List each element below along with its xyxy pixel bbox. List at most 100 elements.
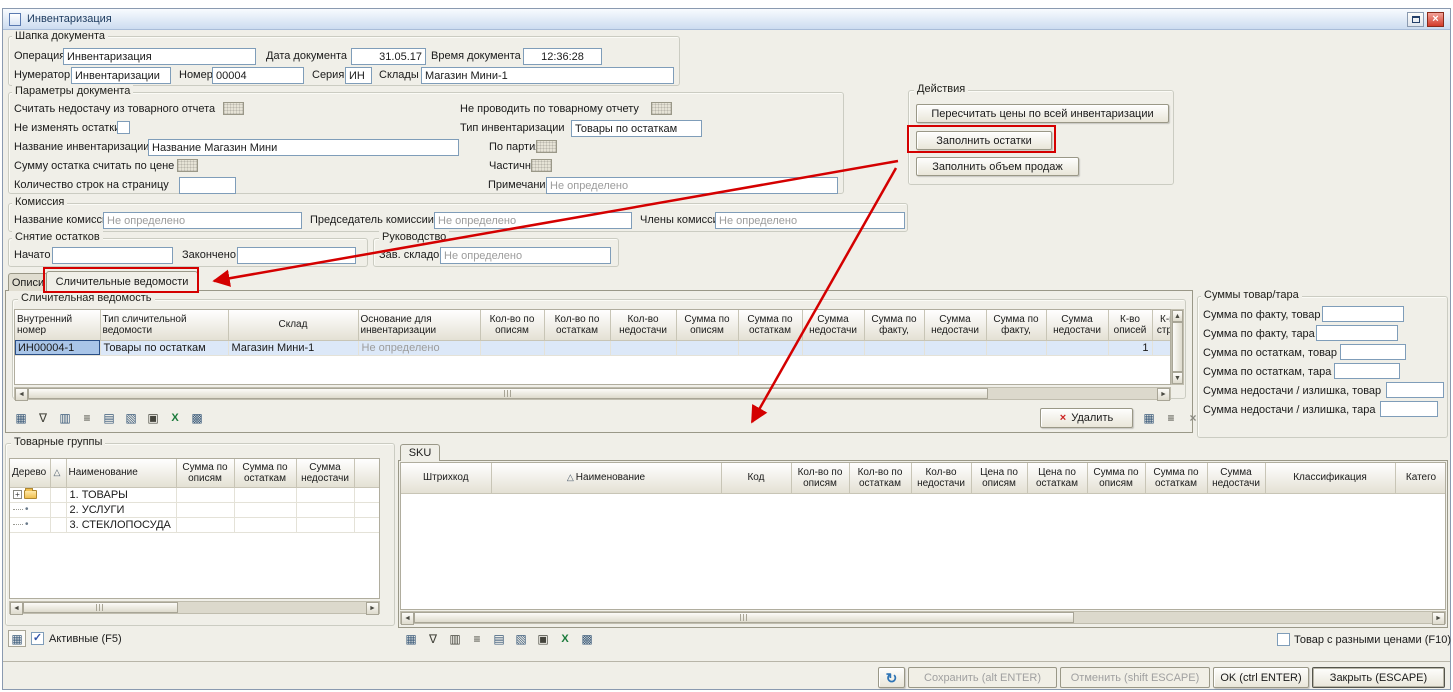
statement-col-header[interactable]: Сумма по факту, (864, 310, 924, 340)
pg-cell[interactable] (234, 487, 296, 502)
statement-cell[interactable] (610, 340, 676, 355)
skip-report-flag[interactable] (651, 102, 672, 115)
date-input[interactable]: 31.05.17 (351, 48, 426, 65)
pg-col-header[interactable]: Сумма недостачи (296, 459, 354, 487)
diff-prices-checkbox[interactable] (1277, 633, 1290, 646)
statement-cell[interactable]: 1 (1108, 340, 1152, 355)
close-button[interactable]: × (1427, 12, 1444, 27)
keep-stock-checkbox[interactable] (117, 121, 130, 134)
sku-col-header[interactable]: Кол-во по описям (791, 463, 849, 493)
statement-cell[interactable] (1046, 340, 1108, 355)
members-input[interactable]: Не определено (715, 212, 905, 229)
fill-sales-button[interactable]: Заполнить объем продаж (916, 157, 1079, 176)
scroll-right-icon[interactable]: ► (1432, 612, 1445, 625)
pg-cell[interactable] (296, 502, 354, 517)
statement-cell[interactable] (924, 340, 986, 355)
time-input[interactable]: 12:36:28 (523, 48, 602, 65)
product-group-row[interactable]: + 1. ТОВАРЫ (10, 487, 380, 502)
partial-flag[interactable] (531, 159, 552, 172)
stock-goods-input[interactable] (1340, 344, 1406, 360)
tree-cell[interactable]: • (10, 502, 50, 517)
scroll-thumb[interactable] (414, 612, 1074, 623)
scroll-right-icon[interactable]: ► (1157, 388, 1170, 401)
add-row-icon[interactable]: ▦ (402, 630, 420, 647)
statement-col-header[interactable]: Сумма недостачи (924, 310, 986, 340)
table-settings-icon[interactable]: ▩ (578, 630, 596, 647)
scroll-thumb[interactable] (23, 602, 178, 613)
statement-col-header[interactable]: Склад (228, 310, 358, 340)
statement-cell[interactable]: Магазин Мини-1 (228, 340, 358, 355)
sku-col-header[interactable]: Катего (1395, 463, 1446, 493)
product-group-row[interactable]: • 2. УСЛУГИ (10, 502, 380, 517)
statement-col-header[interactable]: Кол-во по остаткам (544, 310, 610, 340)
pg-col-header[interactable]: Дерево (10, 459, 50, 487)
sku-col-header[interactable]: Классификация (1265, 463, 1395, 493)
edit-grid-icon[interactable]: ▧ (512, 630, 530, 647)
fill-stock-button[interactable]: Заполнить остатки (916, 131, 1052, 150)
pg-cell[interactable] (234, 517, 296, 532)
note-input[interactable]: Не определено (546, 177, 838, 194)
pg-name-cell[interactable]: 3. СТЕКЛОПОСУДА (66, 517, 176, 532)
excel-export-icon[interactable]: X (166, 409, 184, 426)
tree-grid-toggle-icon[interactable]: ▦ (8, 630, 26, 647)
statement-col-header[interactable]: Кол-во недостачи (610, 310, 676, 340)
numerator-input[interactable]: Инвентаризации (71, 67, 171, 84)
export-grid-icon[interactable]: ▤ (490, 630, 508, 647)
shortage-goods-input[interactable] (1386, 382, 1444, 398)
pg-cell[interactable] (296, 487, 354, 502)
pg-name-cell[interactable]: 2. УСЛУГИ (66, 502, 176, 517)
clear-icon[interactable]: × (1184, 409, 1202, 426)
maximize-button[interactable] (1407, 12, 1424, 27)
statement-cell[interactable] (676, 340, 738, 355)
tab-sku[interactable]: SKU (400, 444, 440, 461)
table-settings-icon[interactable]: ▩ (188, 409, 206, 426)
title-bar[interactable]: Инвентаризация × (3, 9, 1450, 30)
export-grid-icon[interactable]: ▤ (100, 409, 118, 426)
pg-cell[interactable] (50, 502, 66, 517)
pg-cell[interactable] (176, 517, 234, 532)
statement-cell[interactable]: ИН00004-1 (15, 340, 100, 355)
sku-col-header[interactable]: Сумма по остаткам (1145, 463, 1207, 493)
statement-cell[interactable] (1152, 340, 1171, 355)
manager-input[interactable]: Не определено (440, 247, 611, 264)
pg-col-header[interactable]: Сумма по остаткам (234, 459, 296, 487)
pg-cell[interactable] (234, 502, 296, 517)
fact-goods-input[interactable] (1322, 306, 1404, 322)
statement-col-header[interactable]: К-во стран (1152, 310, 1171, 340)
sku-col-header[interactable]: Цена по описям (971, 463, 1027, 493)
shortage-from-report-flag[interactable] (223, 102, 244, 115)
sku-hscrollbar[interactable]: ◄ ► (400, 611, 1446, 624)
finished-input[interactable] (237, 247, 356, 264)
operation-input[interactable]: Инвентаризация (63, 48, 256, 65)
statement-col-header[interactable]: Сумма по остаткам (738, 310, 802, 340)
pg-cell[interactable] (50, 487, 66, 502)
statement-cell[interactable] (480, 340, 544, 355)
chairman-input[interactable]: Не определено (434, 212, 632, 229)
sku-col-header[interactable]: Сумма недостачи (1207, 463, 1265, 493)
tab-statements[interactable]: Сличительные ведомости (46, 271, 198, 291)
scroll-left-icon[interactable]: ◄ (15, 388, 28, 401)
number-input[interactable]: 00004 (212, 67, 304, 84)
statement-cell[interactable] (544, 340, 610, 355)
statement-col-header[interactable]: Основание для инвентаризации (358, 310, 480, 340)
expand-icon[interactable]: + (13, 490, 22, 499)
grid-view-icon[interactable]: ▦ (1140, 409, 1158, 426)
inventory-type-input[interactable]: Товары по остаткам (571, 120, 702, 137)
print-icon[interactable]: ▣ (144, 409, 162, 426)
started-input[interactable] (52, 247, 173, 264)
sku-col-header[interactable]: Кол-во по остаткам (849, 463, 911, 493)
add-row-icon[interactable]: ▦ (12, 409, 30, 426)
scroll-track[interactable] (988, 388, 1157, 399)
stores-input[interactable]: Магазин Мини-1 (421, 67, 674, 84)
statement-cell[interactable] (802, 340, 864, 355)
columns-icon[interactable]: ▥ (446, 630, 464, 647)
sku-col-header[interactable]: Кол-во недостачи (911, 463, 971, 493)
statement-col-header[interactable]: Сумма недостачи (1046, 310, 1108, 340)
pg-col-header[interactable]: Сумма по описям (176, 459, 234, 487)
statement-cell[interactable] (738, 340, 802, 355)
sku-col-header[interactable]: Сумма по описям (1087, 463, 1145, 493)
scroll-left-icon[interactable]: ◄ (10, 602, 23, 615)
pg-cell[interactable] (176, 487, 234, 502)
recalc-prices-button[interactable]: Пересчитать цены по всей инвентаризации (916, 104, 1169, 123)
pg-cell[interactable] (50, 517, 66, 532)
